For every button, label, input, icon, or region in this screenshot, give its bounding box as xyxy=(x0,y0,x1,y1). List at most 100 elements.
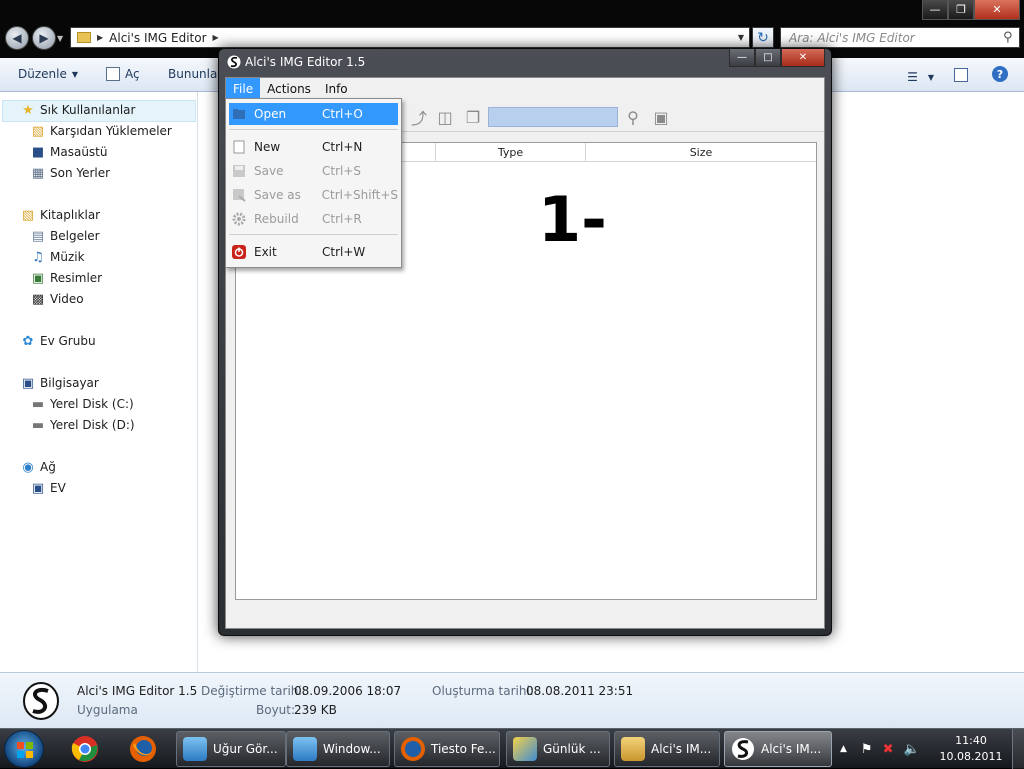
app-logo-icon xyxy=(732,738,754,760)
preview-pane-button[interactable] xyxy=(954,68,968,82)
nav-disk-d[interactable]: ▬ Yerel Disk (D:) xyxy=(30,418,135,433)
nav-label: Video xyxy=(50,292,84,306)
nav-label: Yerel Disk (D:) xyxy=(50,418,135,432)
nav-label: Masaüstü xyxy=(50,145,108,159)
back-button[interactable]: ◀ xyxy=(5,26,29,50)
app-minimize-button[interactable]: — xyxy=(729,49,755,67)
chrome-icon xyxy=(71,736,98,762)
extract-icon[interactable]: ⤴ xyxy=(408,106,430,128)
pictures-icon: ▣ xyxy=(31,270,45,286)
clock-date: 10.08.2011 xyxy=(939,750,1003,763)
app-maximize-button[interactable]: □ xyxy=(755,49,781,67)
search-icon[interactable]: ⚲ xyxy=(622,106,644,128)
search-icon[interactable]: ⚲ xyxy=(1003,30,1019,45)
power-icon xyxy=(232,245,246,259)
show-hidden-icons-icon[interactable]: ▲ xyxy=(840,744,847,754)
file-menu-dropdown: Open Ctrl+O New Ctrl+N Save Ctrl+S Save … xyxy=(225,98,402,268)
task-button[interactable]: Window... xyxy=(286,731,390,767)
menu-item-save-as: Save as Ctrl+Shift+S xyxy=(229,184,398,206)
menu-file[interactable]: File xyxy=(226,78,261,100)
refresh-button[interactable]: ↻ xyxy=(752,27,774,48)
organize-label: Düzenle xyxy=(18,67,67,81)
menu-item-label: Save xyxy=(254,164,284,178)
messenger-icon xyxy=(293,737,317,761)
nav-label: Ev Grubu xyxy=(40,334,96,348)
close-button[interactable]: ✕ xyxy=(974,0,1020,20)
find-folder-icon[interactable]: ▣ xyxy=(650,106,672,128)
nav-label: Ağ xyxy=(40,460,56,474)
start-button[interactable] xyxy=(4,730,44,768)
nav-favorites[interactable]: ★ Sık Kullanılanlar xyxy=(20,103,135,118)
breadcrumb-current[interactable]: Alci's IMG Editor xyxy=(109,31,206,45)
details-created-label: Oluşturma tarihi: xyxy=(432,684,534,698)
breadcrumb-chevron-icon[interactable]: ▶ xyxy=(213,33,219,42)
menu-info[interactable]: Info xyxy=(318,78,355,100)
breadcrumb-chevron-icon[interactable]: ▶ xyxy=(97,33,103,42)
nav-pictures[interactable]: ▣ Resimler xyxy=(30,270,102,286)
forward-button[interactable]: ▶ xyxy=(32,26,56,50)
task-button-active[interactable]: Alci's IM... xyxy=(724,731,832,767)
nav-libraries[interactable]: ▧ Kitaplıklar xyxy=(20,208,100,223)
menu-item-shortcut: Ctrl+N xyxy=(322,140,363,154)
nav-recent-places[interactable]: ▦ Son Yerler xyxy=(30,166,110,181)
task-button[interactable]: Alci's IM... xyxy=(614,731,720,767)
organize-button[interactable]: Düzenle ▼ xyxy=(18,67,78,81)
nav-homegroup[interactable]: ✿ Ev Grubu xyxy=(20,334,96,349)
nav-documents[interactable]: ▤ Belgeler xyxy=(30,229,100,244)
task-label: Günlük ... xyxy=(543,742,601,756)
task-button[interactable]: Uğur Gör... xyxy=(176,731,286,767)
menu-item-label: Rebuild xyxy=(254,212,299,226)
recent-pages-chevron-icon[interactable]: ▼ xyxy=(57,34,63,43)
details-size-label: Boyut: xyxy=(256,703,296,717)
nav-network[interactable]: ◉ Ağ xyxy=(20,460,56,475)
firefox-icon xyxy=(130,736,156,762)
menu-actions[interactable]: Actions xyxy=(260,78,318,100)
show-desktop-button[interactable] xyxy=(1012,729,1024,769)
open-icon xyxy=(106,67,120,81)
menu-item-open[interactable]: Open Ctrl+O xyxy=(229,103,398,125)
nav-ev[interactable]: ▣ EV xyxy=(30,481,66,496)
task-button[interactable]: Günlük ... xyxy=(506,731,610,767)
volume-icon[interactable]: 🔈 xyxy=(903,742,919,757)
delete-icon[interactable]: ◫ xyxy=(434,106,456,128)
notes-icon xyxy=(513,737,537,761)
nav-computer[interactable]: ▣ Bilgisayar xyxy=(20,376,99,391)
app-close-button[interactable]: ✕ xyxy=(781,49,825,67)
nav-label: EV xyxy=(50,481,66,495)
nav-video[interactable]: ▩ Video xyxy=(30,292,84,307)
action-center-flag-icon[interactable]: ⚑ xyxy=(861,742,873,757)
details-size-value: 239 KB xyxy=(294,703,337,717)
task-label: Alci's IM... xyxy=(761,742,822,756)
network-disconnected-icon[interactable]: ✖ xyxy=(883,742,894,757)
nav-disk-c[interactable]: ▬ Yerel Disk (C:) xyxy=(30,397,134,412)
menu-item-new[interactable]: New Ctrl+N xyxy=(229,136,398,158)
refresh-icon: ↻ xyxy=(757,29,769,46)
task-label: Window... xyxy=(323,742,381,756)
details-created-value: 08.08.2011 23:51 xyxy=(526,684,634,698)
firefox-pinned-button[interactable] xyxy=(116,731,170,767)
open-button[interactable]: Aç xyxy=(106,67,140,81)
nav-music[interactable]: ♫ Müzik xyxy=(30,250,84,265)
nav-downloads[interactable]: ▧ Karşıdan Yüklemeler xyxy=(30,124,172,139)
column-size[interactable]: Size xyxy=(586,143,816,162)
minimize-button[interactable]: — xyxy=(922,0,948,20)
help-icon[interactable]: ? xyxy=(992,66,1008,82)
messenger-icon xyxy=(183,737,207,761)
menu-item-label: Save as xyxy=(254,188,301,202)
share-with-button[interactable]: Bununla xyxy=(168,67,217,81)
task-button[interactable]: Tiesto Fe... xyxy=(394,731,500,767)
maximize-button[interactable]: ❐ xyxy=(948,0,974,20)
address-bar[interactable]: ▶ Alci's IMG Editor ▶ ▼ xyxy=(70,27,750,48)
column-type[interactable]: Type xyxy=(436,143,586,162)
clock[interactable]: 11:40 10.08.2011 xyxy=(936,733,1006,765)
toolbar-search-input[interactable] xyxy=(488,107,618,127)
address-dropdown-icon[interactable]: ▼ xyxy=(738,33,744,42)
nav-desktop[interactable]: ■ Masaüstü xyxy=(30,145,108,160)
chrome-pinned-button[interactable] xyxy=(58,731,112,767)
app-logo-icon xyxy=(23,682,59,720)
search-input[interactable]: Ara: Alci's IMG Editor xyxy=(789,31,1003,45)
copy-icon[interactable]: ❐ xyxy=(462,106,484,128)
menu-item-exit[interactable]: Exit Ctrl+W xyxy=(229,241,398,263)
change-view-button[interactable]: ☰ ▼ xyxy=(907,70,934,84)
search-box[interactable]: Ara: Alci's IMG Editor ⚲ xyxy=(780,27,1020,48)
